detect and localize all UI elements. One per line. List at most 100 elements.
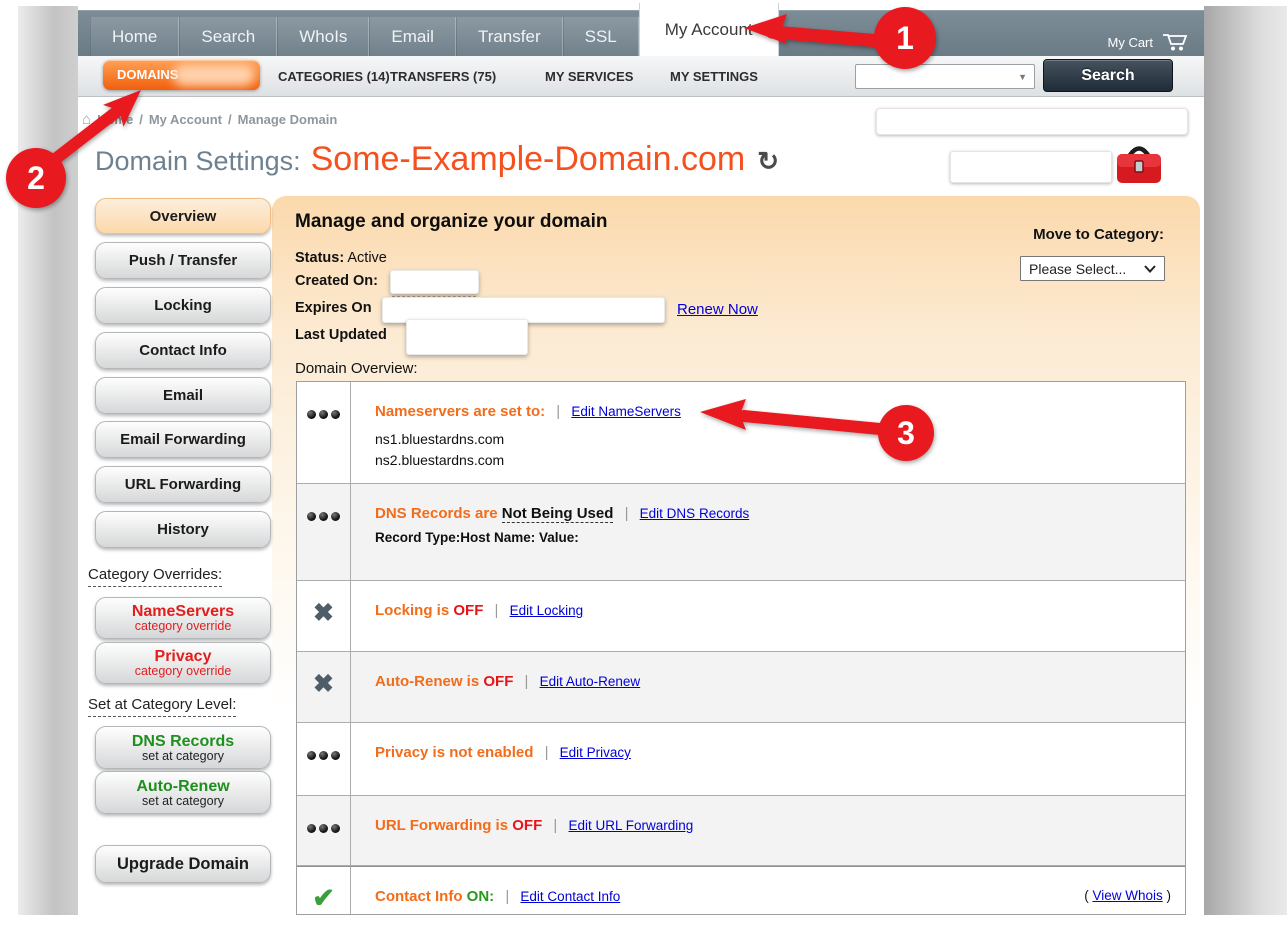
renew-now-link[interactable]: Renew Now [677,301,758,318]
row-status: OFF [483,673,513,690]
category-overrides-label[interactable]: Category Overrides: [88,566,222,587]
redacted-value-box [950,151,1112,183]
subnav-item-domains[interactable]: DOMAINS [103,60,260,90]
sidebar-item-nameservers-override[interactable]: NameServers category override [95,597,271,639]
domain-overview-table: Nameservers are set to: | Edit NameServe… [296,381,1186,915]
section-heading: Manage and organize your domain [295,211,608,233]
dots-icon [307,751,340,760]
sidebar-item-url-forwarding[interactable]: URL Forwarding [95,466,271,503]
refresh-icon[interactable]: ↻ [757,146,779,177]
auto-renew-category-subtitle: set at category [142,795,224,808]
check-icon: ✔ [312,886,335,910]
breadcrumb-home[interactable]: Home [97,112,133,127]
status-value: Active [347,250,387,266]
home-icon: ⌂ [82,111,91,128]
redacted-value-box [406,319,528,355]
row-title: DNS Records are [375,505,498,522]
move-to-category-select[interactable]: Please Select... [1020,256,1165,281]
last-updated-line: Last Updated [295,327,387,343]
sidebar-item-overview[interactable]: Overview [95,198,271,234]
sidebar-item-email[interactable]: Email [95,377,271,414]
combo-arrow-icon[interactable]: ▼ [1018,72,1027,82]
upgrade-domain-button[interactable]: Upgrade Domain [95,845,271,883]
table-row-locking: ✖ Locking is OFF | Edit Locking [297,581,1185,652]
tab-transfer[interactable]: Transfer [456,17,563,56]
set-at-category-label[interactable]: Set at Category Level: [88,696,236,717]
site-page: Home Search WhoIs Email Transfer SSL My … [78,0,1204,915]
sidebar-item-push-transfer[interactable]: Push / Transfer [95,242,271,279]
sidebar-item-locking[interactable]: Locking [95,287,271,324]
my-cart-button[interactable]: My Cart [1108,32,1189,52]
tab-home[interactable]: Home [90,17,179,56]
domains-label: DOMAINS [117,67,178,82]
tab-email[interactable]: Email [369,17,456,56]
dns-records-category-subtitle: set at category [142,750,224,763]
subnav-item-my-services[interactable]: MY SERVICES [545,56,633,97]
row-title: Privacy is not enabled [375,744,533,761]
table-row-contact-info: ✔ Contact Info ON: | Edit Contact Info (… [297,866,1185,914]
my-cart-label: My Cart [1108,35,1154,50]
row-title: Contact Info [375,888,463,905]
breadcrumb-separator: / [139,112,143,127]
created-on-label: Created On: [295,273,378,289]
row-title: Nameservers are set to: [375,403,545,420]
edit-nameservers-link[interactable]: Edit NameServers [571,404,681,419]
subnav-item-categories[interactable]: CATEGORIES (14) [278,56,390,97]
dots-icon [307,824,340,833]
separator: | [556,403,560,420]
domain-overview-label: Domain Overview: [295,360,418,377]
toolbox-icon[interactable] [1114,142,1164,195]
select-value: Please Select... [1029,261,1126,277]
bottom-cutoff-bar [0,915,1287,931]
chevron-down-icon [1144,265,1156,273]
row-title: Locking is [375,602,449,619]
sidebar-item-dns-records-category[interactable]: DNS Records set at category [95,726,271,769]
subnav-item-my-settings[interactable]: MY SETTINGS [670,56,758,97]
edit-locking-link[interactable]: Edit Locking [510,603,584,618]
tab-ssl[interactable]: SSL [563,17,639,56]
edit-url-forwarding-link[interactable]: Edit URL Forwarding [569,818,694,833]
domain-settings-page: Home Search WhoIs Email Transfer SSL My … [0,0,1287,931]
edit-auto-renew-link[interactable]: Edit Auto-Renew [540,674,641,689]
table-row-nameservers: Nameservers are set to: | Edit NameServe… [297,382,1185,484]
dots-icon [307,410,340,419]
edit-dns-records-link[interactable]: Edit DNS Records [640,506,750,521]
breadcrumb: ⌂ Home / My Account / Manage Domain [82,111,337,128]
breadcrumb-manage-domain: Manage Domain [238,112,338,127]
left-background-strip [18,6,78,915]
sidebar-item-auto-renew-category[interactable]: Auto-Renew set at category [95,771,271,814]
redacted-value-box [876,108,1188,135]
paren-close: ) [1167,888,1172,903]
nameserver-2: ns2.bluestardns.com [375,450,1167,471]
sidebar-item-history[interactable]: History [95,511,271,548]
view-whois-link[interactable]: View Whois [1092,888,1162,903]
table-row-dns-records: DNS Records are Not Being Used | Edit DN… [297,484,1185,581]
last-updated-label: Last Updated [295,327,387,343]
row-status: Not Being Used [502,505,614,523]
row-title: Auto-Renew is [375,673,479,690]
tab-search[interactable]: Search [179,17,277,56]
sidebar-item-privacy-override[interactable]: Privacy category override [95,642,271,684]
privacy-override-title: Privacy [155,648,212,665]
edit-contact-info-link[interactable]: Edit Contact Info [520,889,620,904]
paren-open: ( [1084,888,1089,903]
edit-privacy-link[interactable]: Edit Privacy [560,745,631,760]
search-button[interactable]: Search [1043,59,1173,92]
subnav-item-transfers[interactable]: TRANSFERS (75) [390,56,496,97]
breadcrumb-separator: / [228,112,232,127]
page-title: Domain Settings: Some-Example-Domain.com… [95,140,779,179]
dots-icon [307,512,340,521]
move-to-category-label: Move to Category: [958,226,1164,243]
row-status: ON: [467,888,495,905]
domain-search-combobox[interactable]: ▼ [855,64,1035,89]
table-row-url-forwarding: URL Forwarding is OFF | Edit URL Forward… [297,796,1185,866]
tab-whois[interactable]: WhoIs [277,17,369,56]
breadcrumb-my-account[interactable]: My Account [149,112,222,127]
sidebar-item-email-forwarding[interactable]: Email Forwarding [95,421,271,458]
row-status: OFF [512,817,542,834]
tab-my-account[interactable]: My Account [639,3,779,56]
sidebar-item-contact-info[interactable]: Contact Info [95,332,271,369]
status-label: Status: [295,250,344,266]
row-title: URL Forwarding is [375,817,508,834]
nameserver-1: ns1.bluestardns.com [375,429,1167,450]
